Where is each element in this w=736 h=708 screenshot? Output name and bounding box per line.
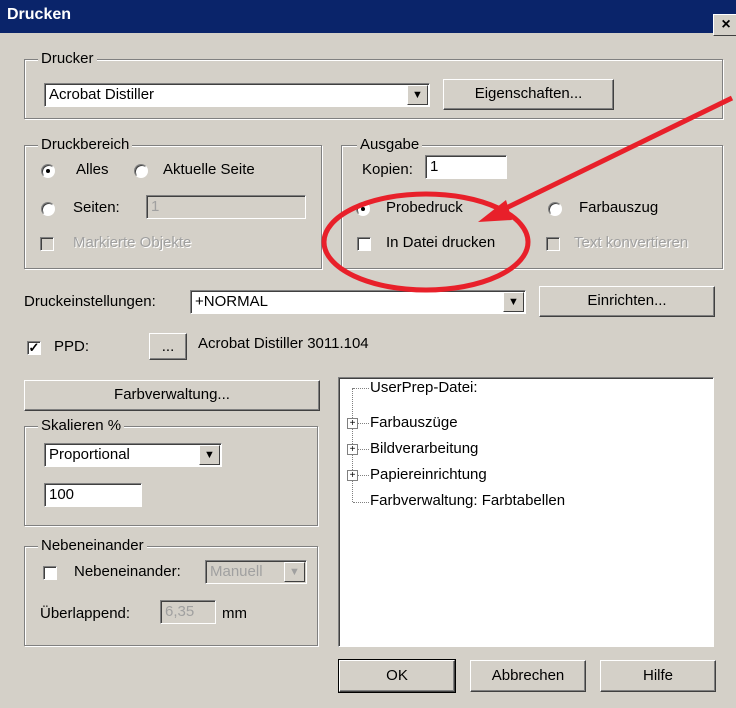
- annotation-overlay: [321, 95, 734, 293]
- annotation-arrow-line: [496, 95, 734, 215]
